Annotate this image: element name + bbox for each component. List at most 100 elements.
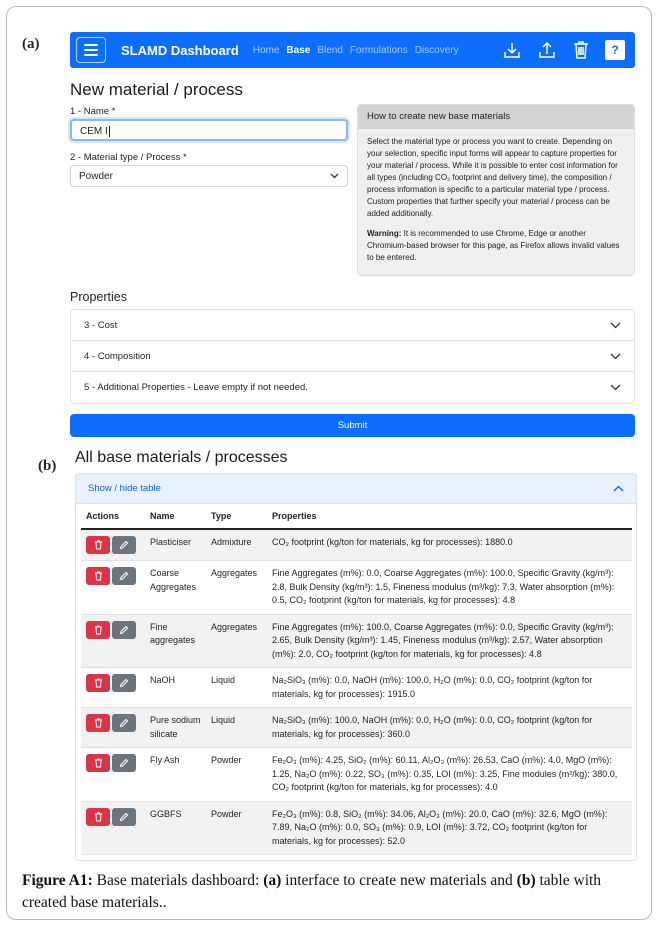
row-actions [81,747,145,802]
table-row: Coarse Aggregates Aggregates Fine Aggregat… [81,560,632,615]
name-input[interactable]: CEM I [70,119,348,141]
delete-button[interactable] [86,620,110,639]
edit-button[interactable] [112,807,136,826]
info-warning: Warning: It is recommended to use Chrome… [367,228,625,264]
material-type-select[interactable]: Powder [70,165,348,187]
panel-label-b: (b) [38,458,57,474]
accordion-item-composition[interactable]: 4 - Composition [71,341,634,372]
row-actions [81,707,145,748]
delete-button[interactable] [86,714,110,732]
edit-button[interactable] [112,674,136,692]
pencil-icon [119,678,129,688]
trash-icon [94,678,102,688]
trash-icon [94,758,102,768]
cell-name: Pure sodium silicate [145,707,206,748]
table-row: NaOH Liquid Na₂SiO₃ (m%): 0.0, NaOH (m%): … [81,667,632,708]
accordion-item-additional[interactable]: 5 - Additional Properties - Leave empty … [71,372,634,403]
edit-button[interactable] [112,567,136,585]
cell-properties: Fe₂O₃ (m%): 4.25, SiO₂ (m%): 60.11, Al₂O… [267,747,632,802]
table-row: Plasticiser Admixture CO₂ footprint (kg/to… [81,529,632,561]
pencil-icon [119,718,129,728]
accordion-label-composition: 4 - Composition [84,350,151,362]
accordion-label-cost: 3 - Cost [84,319,118,331]
menu-toggle-button[interactable] [76,37,106,63]
panel-label-a: (a) [22,36,40,52]
pencil-icon [119,571,129,581]
delete-button[interactable] [86,807,110,826]
col-header-type: Type [206,504,267,530]
materials-table: Actions Name Type Properties Plasticiser… [81,504,632,855]
trash-icon [94,812,102,821]
cell-properties: CO₂ footprint (kg/ton for materials, kg … [267,529,632,561]
cell-type: Liquid [206,707,267,748]
cell-type: Powder [206,801,267,855]
caption-b: (b) [516,872,536,889]
toggle-table-button[interactable]: Show / hide table [76,474,636,504]
chevron-down-icon [330,173,339,179]
cell-properties: Fine Aggregates (m%): 100.0, Coarse Aggr… [267,614,632,668]
cell-properties: Na₂SiO₃ (m%): 100.0, NaOH (m%): 0.0, H₂O… [267,707,632,748]
cell-type: Powder [206,747,267,802]
trash-icon [94,540,102,550]
chevron-down-icon [610,322,621,328]
trash-icon [94,571,102,581]
trash-icon [94,625,102,634]
chevron-down-icon [610,353,621,359]
chevron-up-icon [613,485,624,492]
edit-button[interactable] [112,620,136,639]
row-actions [81,667,145,708]
upload-icon[interactable] [537,40,557,60]
info-paragraph: Select the material type or process you … [367,137,618,218]
delete-button[interactable] [86,567,110,585]
edit-button[interactable] [112,754,136,772]
properties-title: Properties [70,290,127,304]
cell-properties: Fine Aggregates (m%): 0.0, Coarse Aggreg… [267,560,632,615]
row-actions [81,529,145,561]
cell-name: Coarse Aggregates [145,560,206,615]
submit-button[interactable]: Submit [70,414,635,437]
name-input-value: CEM I [80,126,108,137]
table-row: Fine aggregates Aggregates Fine Aggregates… [81,614,632,668]
nav-link-discovery[interactable]: Discovery [415,45,459,56]
name-label: 1 - Name * [70,106,116,117]
table-row: GGBFS Powder Fe₂O₃ (m%): 0.8, SiO₂ (m%): 3… [81,801,632,855]
col-header-name: Name [145,504,206,530]
table-row: Pure sodium silicate Liquid Na₂SiO₃ (m%): … [81,707,632,748]
cell-name: Fine aggregates [145,614,206,668]
cell-properties: Fe₂O₃ (m%): 0.8, SiO₂ (m%): 34.06, Al₂O₃… [267,801,632,855]
navbar: SLAMD Dashboard Home Base Blend Formulat… [70,32,635,68]
edit-button[interactable] [112,714,136,732]
nav-link-home[interactable]: Home [253,45,280,56]
toggle-table-label: Show / hide table [88,483,161,494]
materials-card: Show / hide table Actions Name Type Prop… [75,473,637,861]
caption-label: Figure A1: [22,872,93,889]
help-icon[interactable]: ? [605,40,625,60]
type-label: 2 - Material type / Process * [70,152,187,163]
accordion-item-cost[interactable]: 3 - Cost [71,310,634,341]
delete-button[interactable] [86,674,110,692]
info-heading: How to create new base materials [358,105,634,129]
edit-button[interactable] [112,536,136,554]
download-icon[interactable] [502,40,522,60]
nav-link-formulations[interactable]: Formulations [350,45,408,56]
trash-icon[interactable] [572,40,590,60]
nav-link-blend[interactable]: Blend [317,45,343,56]
trash-icon [94,718,102,728]
cell-name: Plasticiser [145,529,206,561]
table-row: Fly Ash Powder Fe₂O₃ (m%): 4.25, SiO₂ (m%)… [81,747,632,802]
cell-type: Admixture [206,529,267,561]
material-type-value: Powder [79,170,113,182]
cell-type: Aggregates [206,560,267,615]
caption-text-2: interface to create new materials and [281,872,517,889]
caption-a: (a) [263,872,282,889]
pencil-icon [119,758,129,768]
col-header-properties: Properties [267,504,632,530]
brand[interactable]: SLAMD Dashboard [121,43,239,58]
pencil-icon [119,625,129,634]
delete-button[interactable] [86,536,110,554]
properties-accordion: 3 - Cost 4 - Composition 5 - Additional … [70,309,635,404]
info-box: How to create new base materials Select … [357,104,635,276]
row-actions [81,560,145,615]
delete-button[interactable] [86,754,110,772]
nav-link-base[interactable]: Base [286,45,310,56]
